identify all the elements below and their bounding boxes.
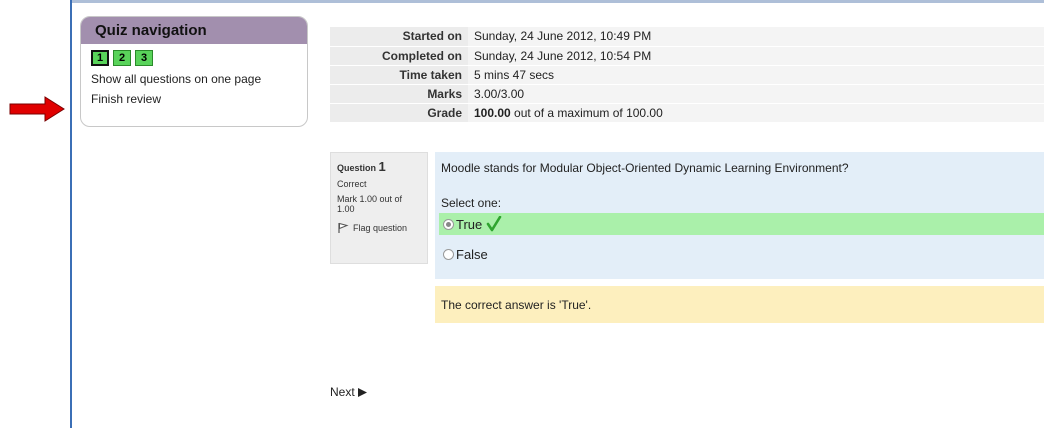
red-arrow-icon — [9, 96, 65, 122]
grade-label: Grade — [330, 103, 468, 123]
marks-value: 3.00/3.00 — [468, 84, 1044, 104]
next-link[interactable]: Next — [330, 385, 367, 399]
question-content: Moodle stands for Modular Object-Oriente… — [435, 152, 1044, 279]
top-border — [70, 0, 1044, 3]
time-taken-label: Time taken — [330, 65, 468, 85]
completed-on-label: Completed on — [330, 46, 468, 66]
grade-score: 100.00 — [474, 105, 511, 120]
select-one-prompt: Select one: — [441, 196, 502, 210]
completed-on-value: Sunday, 24 June 2012, 10:54 PM — [468, 46, 1044, 66]
correct-answer-feedback: The correct answer is 'True'. — [435, 286, 1044, 323]
question-number-value: 1 — [378, 159, 386, 174]
radio-true[interactable] — [443, 218, 454, 230]
answer-label-false: False — [456, 246, 488, 262]
grade-value: 100.00 out of a maximum of 100.00 — [468, 103, 1044, 123]
flag-icon — [338, 222, 349, 233]
table-row: Grade 100.00 out of a maximum of 100.00 — [330, 103, 1044, 123]
table-row: Time taken 5 mins 47 secs — [330, 65, 1044, 85]
question-text: Moodle stands for Modular Object-Oriente… — [441, 161, 849, 175]
play-arrow-icon — [357, 387, 367, 397]
question-state: Correct — [337, 179, 367, 189]
answer-label-true: True — [456, 216, 483, 232]
time-taken-value: 5 mins 47 secs — [468, 65, 1044, 85]
question-button-2[interactable]: 2 — [113, 50, 131, 66]
question-button-3[interactable]: 3 — [135, 50, 153, 66]
table-row: Marks 3.00/3.00 — [330, 84, 1044, 104]
question-label: Question — [337, 163, 377, 173]
check-mark-icon — [486, 216, 502, 232]
marks-label: Marks — [330, 84, 468, 104]
flag-question-button[interactable]: Flag question — [337, 222, 421, 234]
table-row: Started on Sunday, 24 June 2012, 10:49 P… — [330, 27, 1044, 47]
question-info-panel: Question 1 Correct Mark 1.00 out of 1.00… — [330, 152, 428, 264]
quiz-navigation-title: Quiz navigation — [81, 17, 307, 44]
question-number: Question 1 — [337, 159, 421, 174]
answer-option-true[interactable]: True — [439, 213, 1044, 235]
question-mark: Mark 1.00 out of 1.00 — [337, 194, 403, 214]
radio-false[interactable] — [443, 248, 454, 260]
started-on-value: Sunday, 24 June 2012, 10:49 PM — [468, 27, 1044, 47]
answer-option-false[interactable]: False — [439, 243, 1044, 265]
show-all-questions-link[interactable]: Show all questions on one page — [91, 72, 297, 86]
quiz-navigation-block: Quiz navigation 1 2 3 Show all questions… — [80, 16, 308, 127]
attempt-summary-table: Started on Sunday, 24 June 2012, 10:49 P… — [330, 27, 1044, 123]
question-button-1[interactable]: 1 — [91, 50, 109, 66]
finish-review-link[interactable]: Finish review — [91, 92, 297, 106]
left-border — [70, 0, 72, 428]
table-row: Completed on Sunday, 24 June 2012, 10:54… — [330, 46, 1044, 66]
flag-question-label: Flag question — [353, 223, 408, 233]
question-buttons: 1 2 3 — [91, 50, 297, 66]
grade-maximum: out of a maximum of 100.00 — [510, 105, 663, 120]
next-label: Next — [330, 385, 355, 399]
started-on-label: Started on — [330, 27, 468, 47]
